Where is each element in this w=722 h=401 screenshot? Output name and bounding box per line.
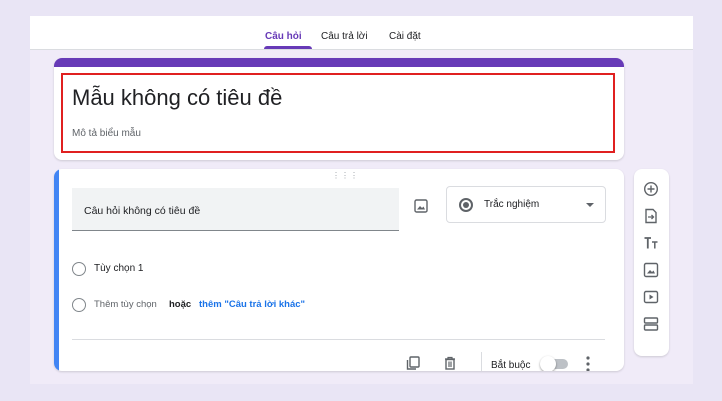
- video-icon[interactable]: [643, 289, 659, 305]
- section-icon[interactable]: [643, 316, 659, 332]
- option-1-label[interactable]: Tùy chọn 1: [94, 263, 143, 274]
- form-editor-canvas: Câu hỏi Câu trả lời Cài đặt Mẫu không có…: [30, 16, 693, 384]
- option-radio-icon: [72, 262, 86, 276]
- title-icon[interactable]: [643, 235, 659, 251]
- image-icon[interactable]: [643, 262, 659, 278]
- side-toolbar: [634, 169, 669, 356]
- form-description[interactable]: Mô tả biểu mẫu: [72, 128, 141, 139]
- tab-settings[interactable]: Cài đặt: [389, 31, 421, 42]
- add-option-field[interactable]: Thêm tùy chọn: [94, 299, 157, 310]
- drag-handle-icon[interactable]: ⋮⋮⋮: [332, 171, 359, 180]
- add-other-link[interactable]: thêm "Câu trả lời khác": [199, 299, 305, 310]
- trash-icon[interactable]: [443, 356, 457, 370]
- question-card[interactable]: ⋮⋮⋮ Câu hỏi không có tiêu đề Trắc nghiệm…: [54, 169, 624, 371]
- tab-questions[interactable]: Câu hỏi: [265, 31, 302, 42]
- or-label: hoặc: [169, 299, 192, 310]
- copy-icon[interactable]: [406, 356, 420, 370]
- form-title-card: Mẫu không có tiêu đề Mô tả biểu mẫu: [54, 58, 624, 160]
- card-divider: [72, 339, 605, 340]
- active-tab-indicator: [264, 46, 312, 49]
- chevron-down-icon: [586, 203, 594, 207]
- required-toggle-knob[interactable]: [540, 356, 556, 371]
- question-title-field[interactable]: Câu hỏi không có tiêu đề: [72, 188, 399, 231]
- radio-button-icon: [459, 198, 473, 212]
- image-icon[interactable]: [414, 199, 428, 213]
- question-type-select[interactable]: Trắc nghiệm: [446, 186, 606, 223]
- question-type-label: Trắc nghiệm: [484, 199, 540, 210]
- add-option-radio-icon: [72, 298, 86, 312]
- tab-responses[interactable]: Câu trả lời: [321, 31, 368, 42]
- footer-separator: [481, 352, 482, 371]
- question-title: Câu hỏi không có tiêu đề: [84, 205, 201, 217]
- more-vert-icon[interactable]: [585, 355, 591, 371]
- top-tab-bar: Câu hỏi Câu trả lời Cài đặt: [30, 16, 693, 50]
- active-question-indicator: [54, 169, 59, 371]
- form-title[interactable]: Mẫu không có tiêu đề: [72, 85, 282, 111]
- add-circle-icon[interactable]: [643, 181, 659, 197]
- title-card-accent: [54, 58, 624, 67]
- required-label: Bắt buộc: [491, 360, 531, 371]
- import-icon[interactable]: [643, 208, 659, 224]
